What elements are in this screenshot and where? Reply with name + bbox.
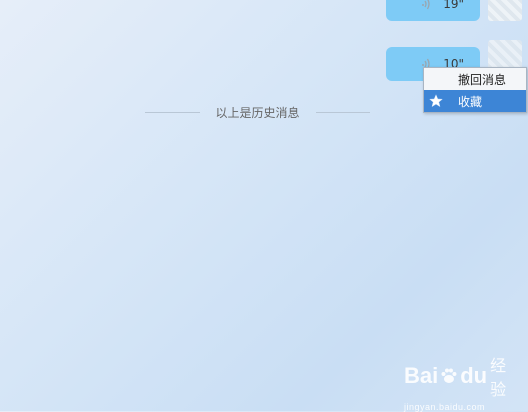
- voice-message-bubble[interactable]: 19": [386, 0, 480, 21]
- voice-duration: 19": [443, 0, 464, 11]
- watermark-logo-text: Bai: [404, 363, 439, 388]
- history-divider-text: 以上是历史消息: [215, 106, 300, 120]
- menu-item-label: 撤回消息: [458, 72, 507, 87]
- history-divider: 以上是历史消息: [145, 104, 371, 121]
- menu-item-favorite[interactable]: 收藏: [424, 90, 526, 112]
- divider-line: [145, 112, 200, 113]
- star-icon: [429, 94, 443, 108]
- menu-item-label: 收藏: [458, 94, 483, 109]
- baidu-jingyan-watermark: Bai du 经验 jingyan.baidu.com: [404, 352, 522, 412]
- menu-icon-slot: [424, 68, 448, 90]
- divider-line: [315, 112, 371, 113]
- context-menu: 撤回消息 收藏: [423, 67, 527, 113]
- chat-area: 19" 10" 以上是历史消息 撤回消息 收藏 Bai du 经验 jingya…: [0, 0, 528, 412]
- menu-icon-slot: [424, 90, 448, 112]
- paw-icon: [441, 368, 457, 383]
- voice-wave-icon: [422, 0, 430, 10]
- watermark-logo-text: du: [460, 363, 488, 388]
- menu-item-recall[interactable]: 撤回消息: [424, 68, 526, 90]
- watermark-logo: Bai du 经验: [404, 352, 522, 400]
- avatar[interactable]: [488, 0, 522, 21]
- watermark-logo-cn: 经验: [490, 358, 507, 399]
